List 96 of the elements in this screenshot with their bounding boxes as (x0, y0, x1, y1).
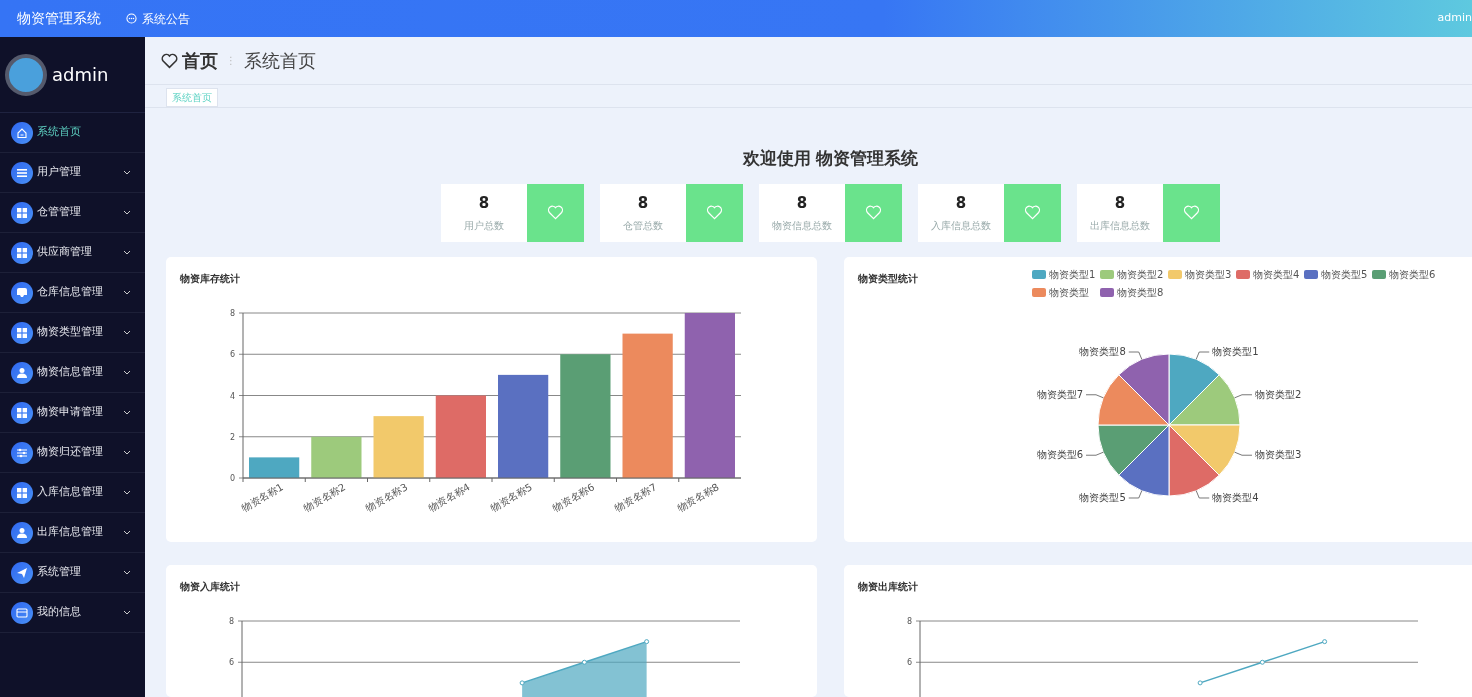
grid-icon (11, 241, 33, 264)
home-icon (11, 121, 33, 144)
leader-line (1085, 451, 1104, 456)
tray-icon (11, 281, 33, 304)
sidebar-item[interactable]: 入库信息管理 (0, 473, 145, 513)
app-title: 物资管理系统 (16, 9, 102, 28)
stat-value: 8 (637, 192, 649, 214)
leader-line (1234, 451, 1253, 456)
slice-label: 物资类型7 (1036, 388, 1083, 400)
legend-label[interactable]: 物资类型4 (1253, 266, 1300, 282)
sidebar-item[interactable]: 用户管理 (0, 153, 145, 193)
legend-label[interactable]: 物资类型8 (1117, 284, 1164, 300)
leader-line (1085, 393, 1104, 398)
heart-icon (1024, 205, 1041, 220)
chat-icon (126, 13, 137, 24)
page-subtitle: 系统首页 (244, 49, 316, 73)
axis-category-label: 物资名称8 (675, 480, 721, 514)
legend-label[interactable]: 物资类型2 (1117, 266, 1164, 282)
legend-label[interactable]: 物资类型5 (1321, 266, 1368, 282)
chart-title: 物资类型统计 (857, 271, 919, 286)
grid-icon (11, 321, 33, 344)
sidebar-item[interactable]: 系统管理 (0, 553, 145, 593)
leader-line (1128, 489, 1143, 498)
axis-tick-label: 8 (906, 616, 912, 626)
axis-tick-label: 6 (229, 349, 235, 359)
heart-icon (547, 205, 564, 220)
page-title: 首页 (182, 49, 218, 73)
axis-tick-label: 4 (229, 391, 235, 400)
leader-line (1195, 351, 1210, 360)
axis-tick-label: 8 (229, 308, 235, 318)
stat-label: 用户总数 (464, 219, 504, 234)
slice-label: 物资类型3 (1255, 448, 1302, 460)
axis-category-label: 物资名称1 (239, 480, 286, 514)
heart-icon (1183, 205, 1200, 220)
person-icon (11, 361, 33, 384)
person-icon (11, 521, 33, 544)
avatar (5, 53, 47, 96)
sidebar-item[interactable]: 物资归还管理 (0, 433, 145, 473)
slice-label: 物资类型2 (1255, 388, 1302, 400)
sidebar-item[interactable]: 物资信息管理 (0, 353, 145, 393)
notice-link[interactable]: 系统公告 (126, 9, 190, 28)
axis-category-label: 物资名称4 (426, 480, 472, 514)
sidebar-item[interactable]: 系统首页 (0, 113, 145, 153)
stat-value: 8 (796, 192, 808, 214)
heart-icon (706, 205, 723, 220)
slice-label: 物资类型8 (1079, 345, 1126, 357)
sidebar-item[interactable]: 物资申请管理 (0, 393, 145, 433)
breadcrumb-separator: ⋮ (226, 54, 236, 68)
axis-category-label: 物资名称7 (612, 480, 659, 514)
chart-title: 物资库存统计 (179, 271, 241, 286)
welcome-heading: 欢迎使用 物资管理系统 (741, 147, 920, 170)
leader-line (1128, 351, 1143, 360)
legend-label[interactable]: 物资类型1 (1049, 266, 1096, 282)
user-name: admin (52, 63, 109, 87)
sidebar-item[interactable]: 供应商管理 (0, 233, 145, 273)
slice-label: 物资类型5 (1079, 491, 1126, 503)
axis-category-label: 物资名称2 (301, 480, 348, 514)
sidebar-item[interactable]: 物资类型管理 (0, 313, 145, 353)
stat-value: 8 (478, 192, 490, 214)
stat-label: 入库信息总数 (931, 219, 991, 234)
slice-label: 物资类型4 (1212, 491, 1259, 503)
heart-icon (865, 205, 882, 220)
legend-label[interactable]: 物资类型 (1049, 284, 1089, 300)
sliders-icon (11, 441, 33, 464)
stat-label: 物资信息总数 (772, 219, 832, 234)
axis-tick-label: 2 (229, 432, 235, 442)
leader-line (1195, 489, 1210, 498)
sidebar-item[interactable]: 出库信息管理 (0, 513, 145, 553)
stat-value: 8 (955, 192, 967, 214)
sidebar-item[interactable]: 我的信息 (0, 593, 145, 633)
stat-value: 8 (1114, 192, 1126, 214)
leader-line (1234, 393, 1253, 398)
chart-title: 物资出库统计 (857, 579, 919, 594)
sidebar-item[interactable]: 仓管管理 (0, 193, 145, 233)
stat-label: 出库信息总数 (1090, 219, 1150, 234)
stat-label: 仓管总数 (623, 219, 663, 234)
axis-category-label: 物资名称6 (550, 480, 597, 514)
axis-tick-label: 0 (229, 473, 235, 483)
axis-category-label: 物资名称5 (488, 480, 535, 514)
card-icon (11, 601, 33, 624)
grid-icon (11, 201, 33, 224)
legend-label[interactable]: 物资类型3 (1185, 266, 1232, 282)
slice-label: 物资类型6 (1036, 448, 1083, 460)
paper-plane-icon (11, 561, 33, 584)
sidebar-item[interactable]: 仓库信息管理 (0, 273, 145, 313)
grid-icon (11, 401, 33, 424)
axis-category-label: 物资名称3 (363, 480, 410, 514)
axis-tick-label: 6 (228, 657, 234, 667)
slice-label: 物资类型1 (1212, 345, 1259, 357)
axis-tick-label: 6 (906, 657, 912, 667)
grid-icon (11, 481, 33, 504)
heart-icon (161, 52, 178, 69)
axis-tick-label: 8 (228, 616, 234, 626)
legend-label[interactable]: 物资类型6 (1389, 266, 1436, 282)
chart-title: 物资入库统计 (179, 579, 241, 594)
list-icon (11, 161, 33, 184)
